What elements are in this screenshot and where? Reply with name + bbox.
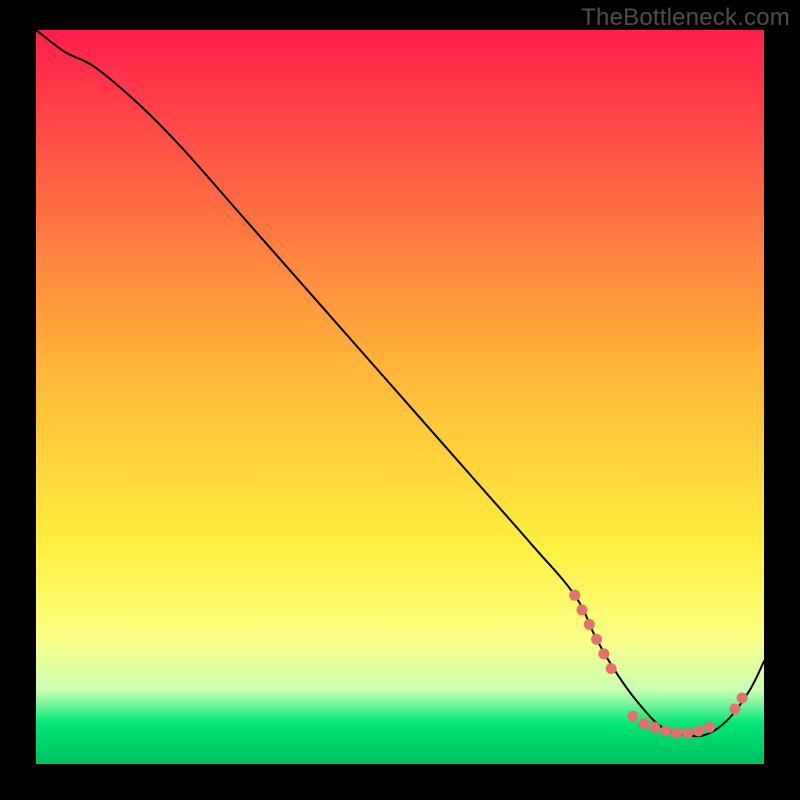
data-marker — [627, 711, 638, 722]
chart-container: TheBottleneck.com — [0, 0, 800, 800]
watermark-text: TheBottleneck.com — [581, 4, 790, 32]
data-marker — [660, 725, 671, 736]
plot-svg — [36, 30, 764, 764]
data-marker — [606, 663, 617, 674]
data-marker — [737, 692, 748, 703]
data-marker — [598, 648, 609, 659]
gradient-background — [36, 30, 764, 764]
data-marker — [591, 634, 602, 645]
plot-area — [36, 30, 764, 764]
data-marker — [569, 590, 580, 601]
data-marker — [682, 728, 693, 739]
data-marker — [649, 722, 660, 733]
data-marker — [671, 728, 682, 739]
data-marker — [638, 718, 649, 729]
data-marker — [693, 725, 704, 736]
data-marker — [577, 604, 588, 615]
data-marker — [584, 619, 595, 630]
data-marker — [704, 722, 715, 733]
data-marker — [729, 703, 740, 714]
